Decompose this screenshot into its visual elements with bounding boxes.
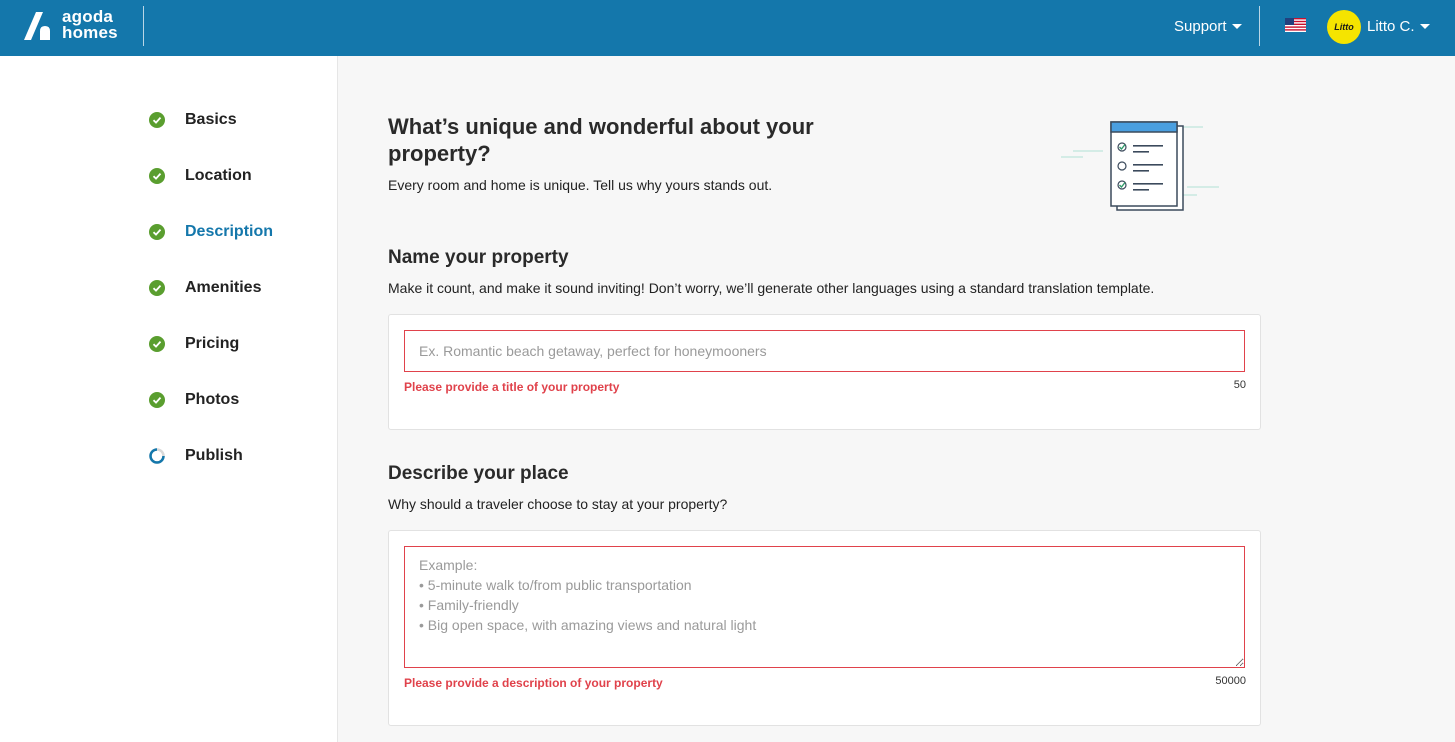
agoda-logo-icon [24,12,50,40]
sidebar-step-pricing[interactable]: Pricing [149,335,239,353]
chevron-down-icon [1231,24,1242,29]
top-navigation-bar: agoda homes Support Litto Litto C. [0,0,1455,56]
progress-sidebar: Basics Location Description Amenities Pr… [0,56,338,742]
describe-section-description: Why should a traveler choose to stay at … [388,496,728,512]
main-content: What’s unique and wonderful about your p… [339,56,1455,742]
property-name-char-count: 50 [1233,379,1246,391]
sidebar-step-label: Amenities [185,279,262,296]
name-section-heading: Name your property [388,247,569,268]
sidebar-step-label: Description [185,223,274,240]
property-name-card: Please provide a title of your property … [388,314,1261,430]
agoda-homes-logo[interactable]: agoda homes [22,8,118,42]
sidebar-step-amenities[interactable]: Amenities [149,279,261,297]
page-subtitle: Every room and home is unique. Tell us w… [388,177,773,193]
property-name-error: Please provide a title of your property [404,380,620,394]
property-description-error: Please provide a description of your pro… [404,676,663,690]
describe-section-heading: Describe your place [388,463,569,484]
sidebar-step-publish[interactable]: Publish [149,447,243,465]
check-circle-icon [149,168,165,184]
check-circle-icon [149,224,165,240]
property-description-char-count: 50000 [1215,675,1246,687]
user-menu-button[interactable]: Litto C. [1367,18,1430,35]
name-section-description: Make it count, and make it sound invitin… [388,280,1155,296]
header-divider [1259,6,1260,46]
support-menu-button[interactable]: Support [1174,18,1242,35]
property-description-card: Please provide a description of your pro… [388,530,1261,726]
sidebar-step-label: Basics [185,111,237,128]
property-description-textarea[interactable] [404,546,1245,668]
us-flag-icon[interactable] [1285,18,1306,32]
check-circle-icon [149,336,165,352]
logo-text-homes: homes [62,23,118,42]
sidebar-step-basics[interactable]: Basics [149,111,237,129]
sidebar-step-label: Pricing [185,335,240,352]
page-title: What’s unique and wonderful about your p… [388,114,814,166]
sidebar-step-photos[interactable]: Photos [149,391,239,409]
header-divider [143,6,144,46]
support-label: Support [1174,18,1227,35]
logo-wordmark: agoda homes [56,8,118,42]
property-name-input[interactable] [404,330,1245,372]
sidebar-step-label: Photos [185,391,240,408]
check-circle-icon [149,280,165,296]
chevron-down-icon [1419,24,1430,29]
check-circle-icon [149,392,165,408]
checklist-illustration-icon [1061,121,1219,211]
sidebar-step-description[interactable]: Description [149,223,273,241]
progress-ring-icon [149,448,165,464]
check-circle-icon [149,112,165,128]
user-name: Litto C. [1367,18,1415,35]
sidebar-step-label: Publish [185,447,243,464]
avatar[interactable]: Litto [1327,10,1361,44]
sidebar-step-location[interactable]: Location [149,167,252,185]
sidebar-step-label: Location [185,167,252,184]
